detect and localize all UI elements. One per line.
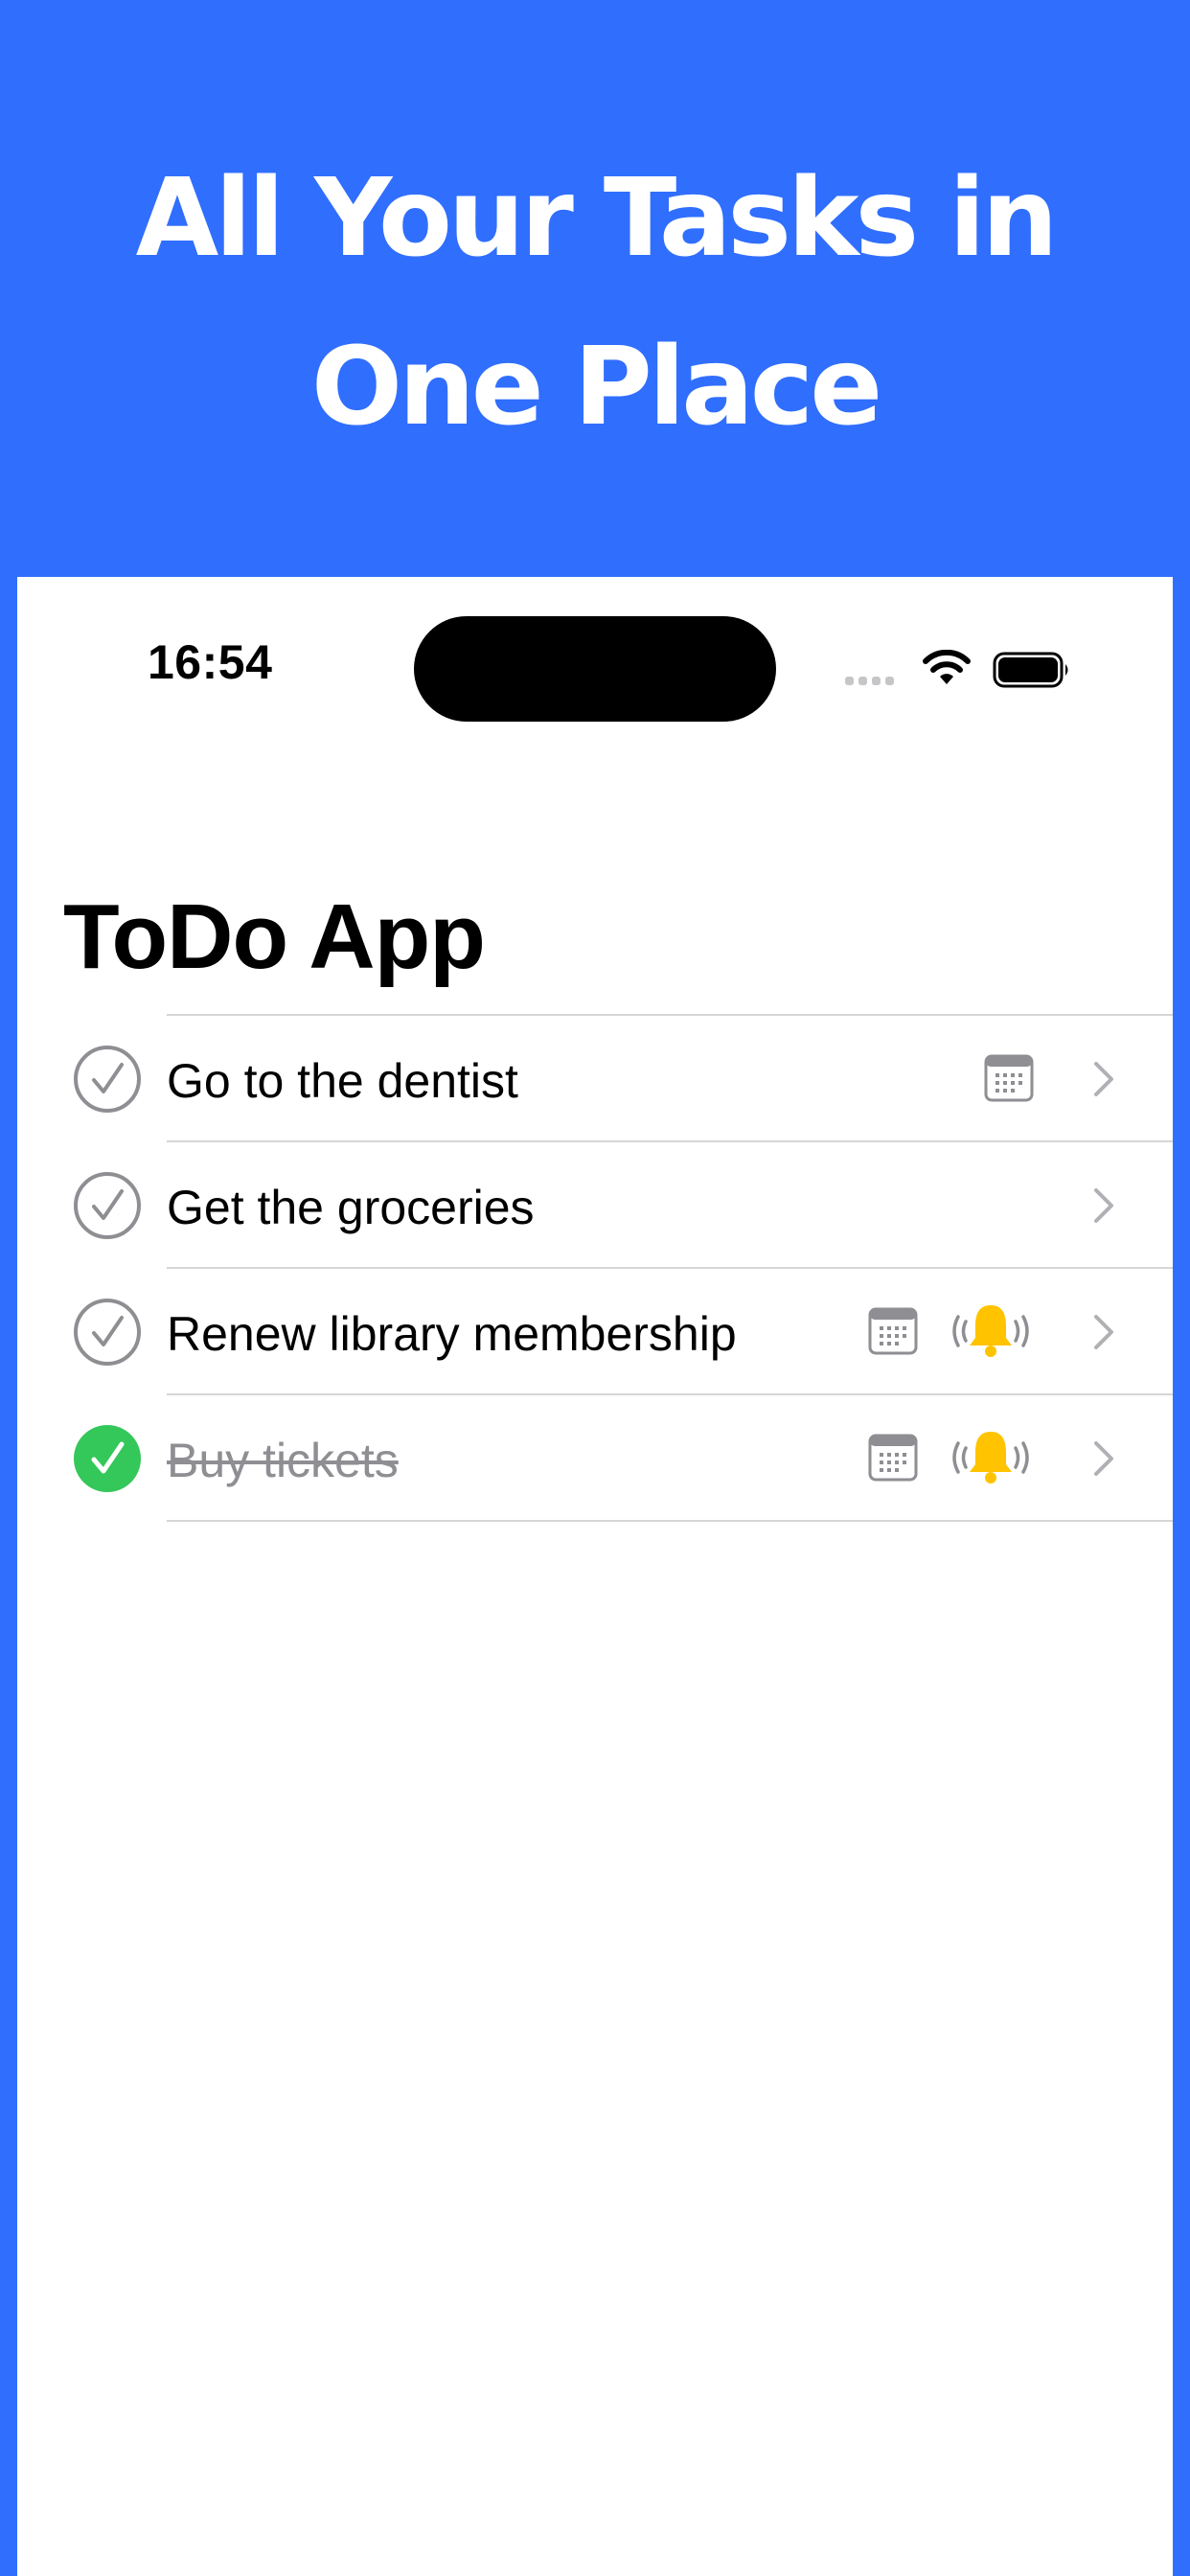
- bell-ringing-icon: [952, 1432, 1029, 1484]
- checkmark-circle-icon[interactable]: [73, 1298, 142, 1367]
- dynamic-island: [414, 616, 776, 722]
- chevron-right-icon[interactable]: [1090, 1058, 1117, 1100]
- calendar-icon: [984, 1054, 1034, 1102]
- promo-headline-line-1: All Your Tasks in: [135, 156, 1059, 281]
- wifi-icon: [923, 650, 971, 684]
- page-title: ToDo App: [63, 886, 486, 988]
- task-title: Buy tickets: [167, 1434, 399, 1487]
- promo-headline-line-2: One Place: [310, 325, 882, 449]
- checkmark-circle-icon[interactable]: [73, 1171, 142, 1240]
- task-row[interactable]: Go to the dentist: [17, 1016, 1173, 1142]
- promo-headline: All Your Tasks in One Place: [0, 134, 1190, 472]
- task-title: Go to the dentist: [167, 1054, 518, 1108]
- task-title: Get the groceries: [167, 1181, 535, 1234]
- row-divider: [167, 1520, 1173, 1522]
- checkmark-circle-icon[interactable]: [73, 1045, 142, 1114]
- chevron-right-icon[interactable]: [1090, 1311, 1117, 1353]
- task-row[interactable]: Renew library membership: [17, 1269, 1173, 1395]
- chevron-right-icon[interactable]: [1090, 1438, 1117, 1480]
- task-title: Renew library membership: [167, 1307, 737, 1361]
- phone-screen: [17, 577, 1173, 2576]
- status-time: 16:54: [148, 635, 273, 689]
- chevron-right-icon[interactable]: [1090, 1184, 1117, 1227]
- calendar-icon: [868, 1434, 918, 1482]
- checkmark-circle-filled-icon[interactable]: [73, 1424, 142, 1493]
- task-row[interactable]: Buy tickets: [17, 1395, 1173, 1522]
- calendar-icon: [868, 1307, 918, 1355]
- bell-ringing-icon: [952, 1305, 1029, 1357]
- task-row[interactable]: Get the groceries: [17, 1142, 1173, 1269]
- cellular-signal-icon: [845, 677, 894, 685]
- battery-icon: [993, 652, 1068, 688]
